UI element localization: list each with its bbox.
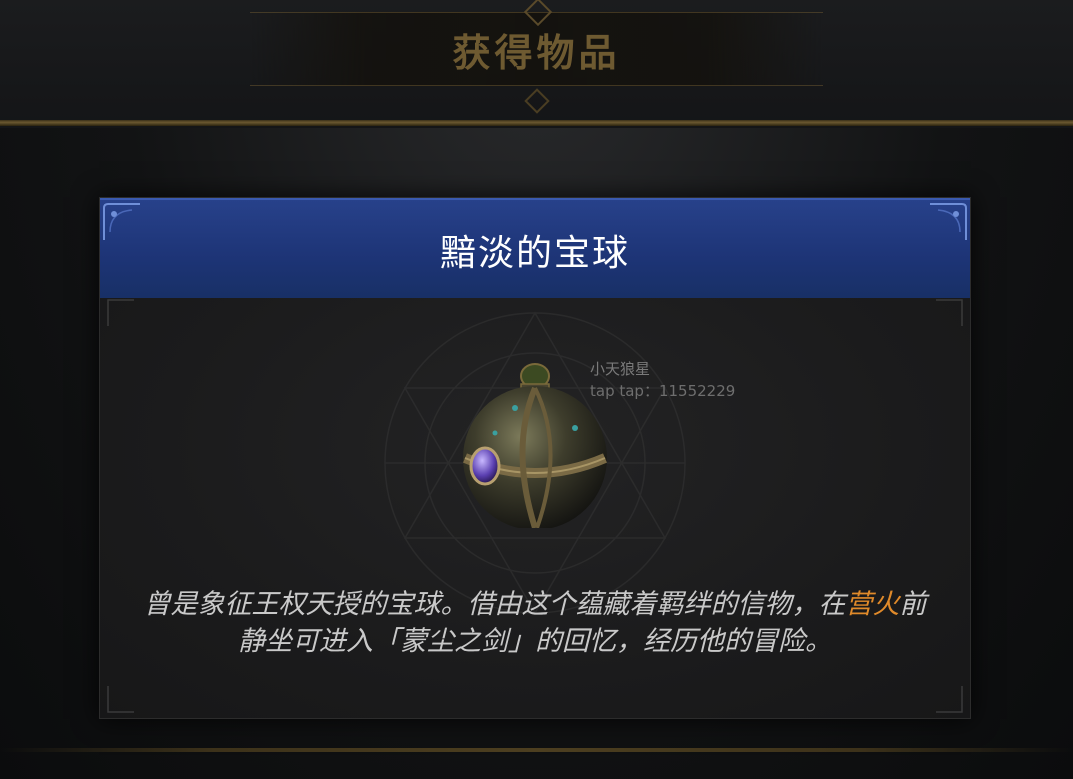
item-card-header: 黯淡的宝球 (100, 198, 970, 300)
item-obtained-screen: 获得物品 黯淡的宝球 小天狼星 tap tap：11552229 曾是象征王权天… (0, 0, 1073, 779)
description-text: 曾是象征王权天授的宝球。借由这个蕴藏着羁绊的信物，在 (143, 589, 846, 620)
corner-ornament-icon (107, 299, 134, 326)
top-banner: 获得物品 (0, 0, 1073, 128)
item-description: 曾是象征王权天授的宝球。借由这个蕴藏着羁绊的信物，在营火前静坐可进入「蒙尘之剑」… (140, 586, 930, 660)
corner-ornament-icon (936, 299, 963, 326)
page-title: 获得物品 (452, 31, 621, 75)
item-card-body: 小天狼星 tap tap：11552229 曾是象征王权天授的宝球。借由这个蕴藏… (100, 298, 970, 718)
bottom-diamond-ornament (524, 88, 550, 114)
bottom-divider (0, 748, 1073, 752)
item-card[interactable]: 黯淡的宝球 小天狼星 tap tap：11552229 曾是象征王权天授的宝球。… (99, 197, 971, 719)
corner-ornament-icon (936, 686, 963, 713)
corner-ornament-icon (107, 686, 134, 713)
description-highlight-campfire: 营火 (845, 589, 900, 620)
watermark-id: tap tap：11552229 (590, 382, 736, 400)
watermark-name: 小天狼星 (590, 360, 651, 378)
item-name: 黯淡的宝球 (439, 233, 630, 274)
gold-divider (0, 120, 1073, 126)
